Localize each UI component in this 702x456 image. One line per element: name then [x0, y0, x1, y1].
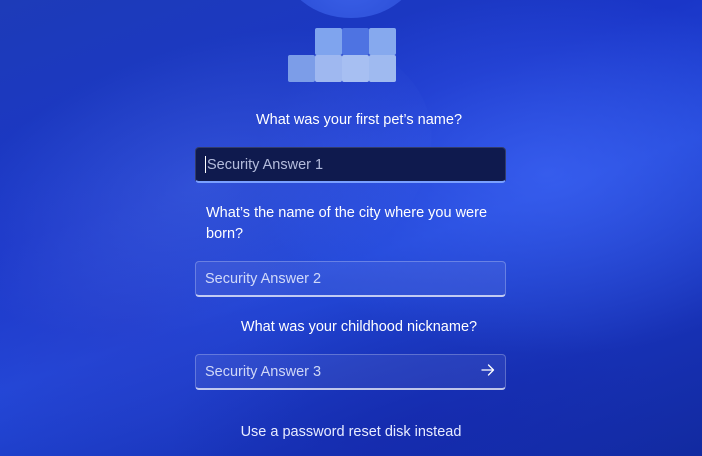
- security-answer-2-input[interactable]: [205, 270, 495, 287]
- blurred-username: [288, 28, 396, 83]
- password-reset-disk-link[interactable]: Use a password reset disk instead: [0, 424, 702, 440]
- security-answer-1-field[interactable]: [195, 147, 506, 183]
- security-question-1: What was your first pet’s name?: [255, 112, 463, 128]
- security-answer-2-field[interactable]: [195, 261, 506, 297]
- security-answer-3-field[interactable]: [195, 354, 506, 390]
- security-question-2: What’s the name of the city where you we…: [206, 205, 488, 242]
- user-avatar: [283, 0, 419, 18]
- security-question-3: What was your childhood nickname?: [240, 319, 478, 335]
- security-answer-3-input[interactable]: [205, 363, 481, 380]
- security-answer-1-input[interactable]: [207, 156, 495, 173]
- text-cursor: [205, 156, 206, 173]
- arrow-right-icon[interactable]: [481, 363, 495, 380]
